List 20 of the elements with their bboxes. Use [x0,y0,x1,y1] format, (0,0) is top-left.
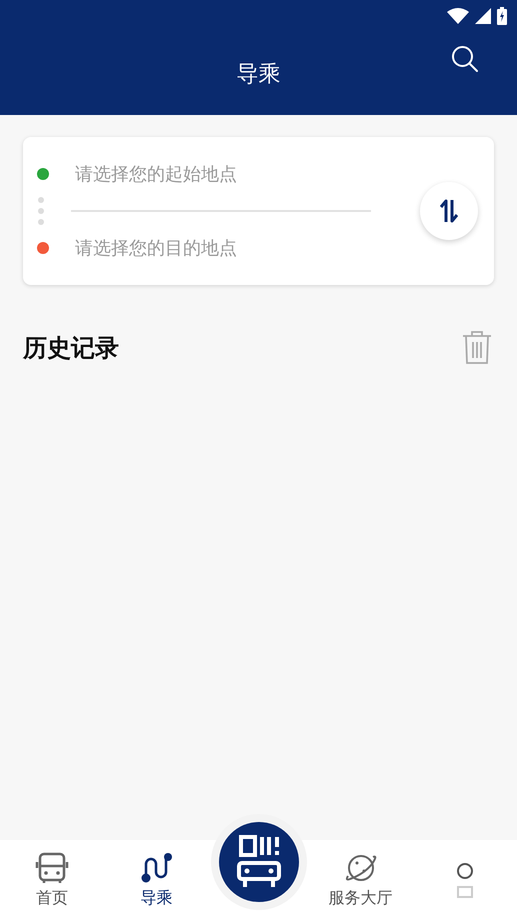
scan-button[interactable] [218,822,298,902]
wifi-icon [447,8,469,24]
swap-icon [439,198,459,224]
location-field[interactable]: 请选择您的目的地点 [73,236,377,260]
swap-button[interactable] [420,182,478,240]
nav-tab[interactable]: 首页 [0,840,104,920]
route-icon [139,852,174,884]
nav-tab[interactable]: 服务大厅 [308,840,413,920]
page-title: 导乘 [236,60,280,88]
location-field[interactable]: 请选择您的起始地点 [73,162,377,186]
bus-icon [35,852,70,884]
section-title: 历史记录 [23,333,119,364]
connector-dots-icon [37,196,45,226]
battery-icon [497,7,507,25]
circle-icon [454,861,475,881]
blurred-icon [456,885,473,899]
qr-bus-icon [236,835,280,889]
search-icon[interactable] [451,45,479,73]
signal-icon [475,8,491,24]
nav-tab[interactable]: 导乘 [104,840,208,920]
